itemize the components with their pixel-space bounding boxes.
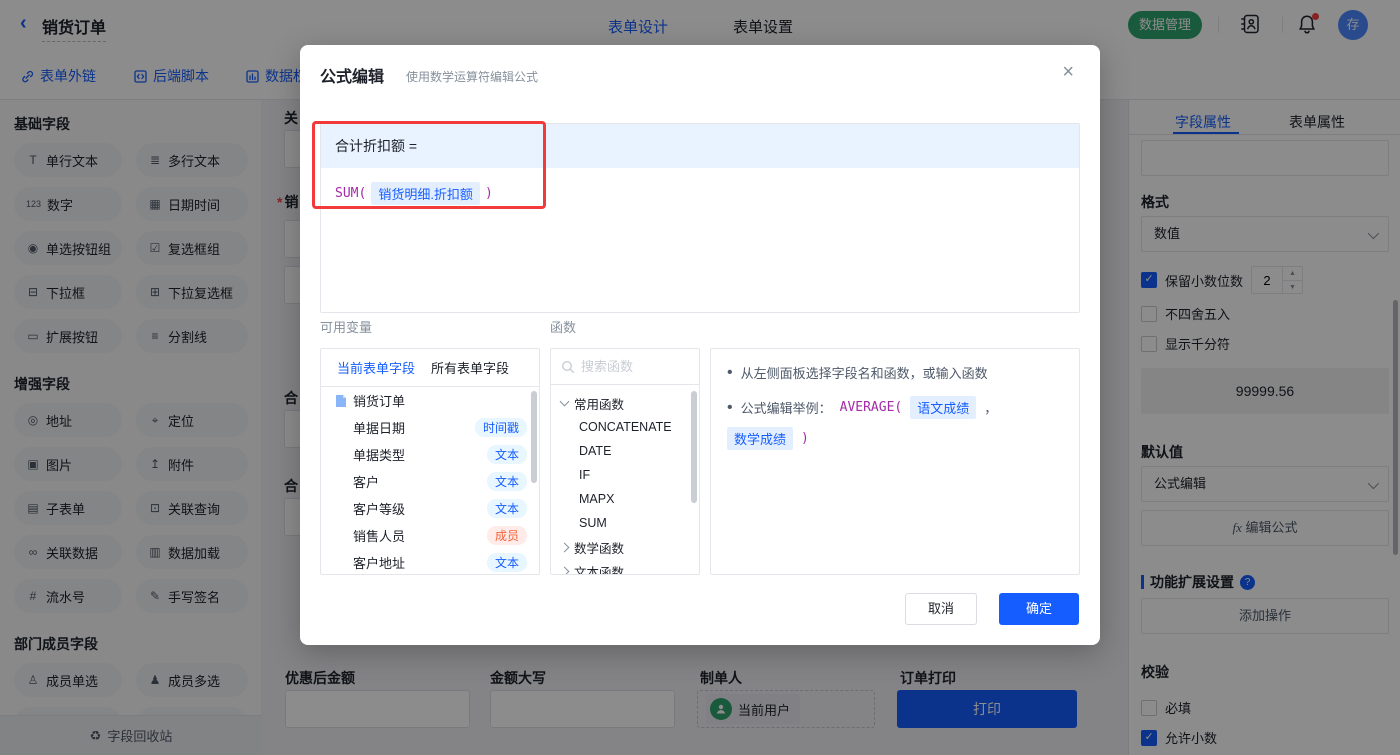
- function-group-text[interactable]: 文本函数: [551, 559, 699, 575]
- function-item[interactable]: MAPX: [551, 487, 699, 511]
- function-item[interactable]: IF: [551, 463, 699, 487]
- variable-row[interactable]: 客户文本: [321, 468, 539, 495]
- function-search-input[interactable]: [581, 359, 681, 374]
- form-doc-icon: [335, 394, 347, 408]
- tab-current-form-fields[interactable]: 当前表单字段: [337, 358, 415, 377]
- variables-tabs: 当前表单字段 所有表单字段: [321, 349, 539, 387]
- type-badge: 文本: [487, 445, 527, 464]
- close-icon[interactable]: ×: [1062, 61, 1074, 84]
- chevron-down-icon: [560, 397, 570, 407]
- functions-label: 函数: [550, 317, 576, 336]
- cancel-button[interactable]: 取消: [905, 593, 977, 625]
- function-group-math[interactable]: 数学函数: [551, 535, 699, 559]
- functions-scrollbar[interactable]: [691, 391, 697, 503]
- formula-function-close: ): [485, 186, 493, 201]
- formula-editor[interactable]: 合计折扣额 = SUM( 销货明细.折扣额 ): [320, 123, 1080, 313]
- formula-edit-dialog: 公式编辑 使用数学运算符编辑公式 × 合计折扣额 = SUM( 销货明细.折扣额…: [300, 45, 1100, 645]
- example-field-chip: 数学成绩: [727, 427, 793, 450]
- chevron-right-icon: [560, 566, 570, 575]
- search-icon: [561, 360, 575, 374]
- formula-expression[interactable]: SUM( 销货明细.折扣额 ): [321, 168, 1079, 219]
- variables-label: 可用变量: [320, 317, 372, 336]
- type-badge: 文本: [487, 499, 527, 518]
- function-search: [551, 349, 699, 385]
- variable-row[interactable]: 客户等级文本: [321, 495, 539, 522]
- function-item[interactable]: CONCATENATE: [551, 415, 699, 439]
- function-item[interactable]: SUM: [551, 511, 699, 535]
- formula-function-open: SUM(: [335, 186, 366, 201]
- chevron-right-icon: [560, 542, 570, 552]
- example-function-close: ): [801, 431, 809, 446]
- variables-scrollbar[interactable]: [531, 391, 537, 483]
- form-node[interactable]: 销货订单: [321, 387, 539, 414]
- function-group-common[interactable]: 常用函数: [551, 391, 699, 415]
- type-badge: 文本: [487, 553, 527, 572]
- functions-panel: 常用函数 CONCATENATE DATE IF MAPX SUM 数学函数 文…: [550, 348, 700, 575]
- variables-panel: 当前表单字段 所有表单字段 销货订单 单据日期时间戳 单据类型文本 客户文本 客…: [320, 348, 540, 575]
- example-field-chip: 语文成绩: [910, 396, 976, 419]
- variable-row[interactable]: 单据类型文本: [321, 441, 539, 468]
- tip-line: • 从左侧面板选择字段名和函数，或输入函数: [727, 363, 1063, 382]
- tip-example-line: • 公式编辑举例： AVERAGE( 语文成绩 ， 数学成绩 ): [727, 396, 1063, 450]
- type-badge: 文本: [487, 472, 527, 491]
- variable-row[interactable]: 客户地址文本: [321, 549, 539, 575]
- dialog-subtitle: 使用数学运算符编辑公式: [406, 68, 538, 85]
- formula-target: 合计折扣额 =: [321, 124, 1079, 168]
- dialog-title: 公式编辑: [320, 63, 384, 87]
- variable-row[interactable]: 单据日期时间戳: [321, 414, 539, 441]
- tips-panel: • 从左侧面板选择字段名和函数，或输入函数 • 公式编辑举例： AVERAGE(…: [710, 348, 1080, 575]
- variable-row[interactable]: 销售人员成员: [321, 522, 539, 549]
- formula-field-chip[interactable]: 销货明细.折扣额: [371, 182, 480, 205]
- confirm-button[interactable]: 确定: [999, 593, 1079, 625]
- type-badge: 时间戳: [475, 418, 527, 437]
- function-item[interactable]: DATE: [551, 439, 699, 463]
- type-badge: 成员: [487, 526, 527, 545]
- tab-all-form-fields[interactable]: 所有表单字段: [431, 358, 509, 377]
- example-function-open: AVERAGE(: [840, 400, 903, 415]
